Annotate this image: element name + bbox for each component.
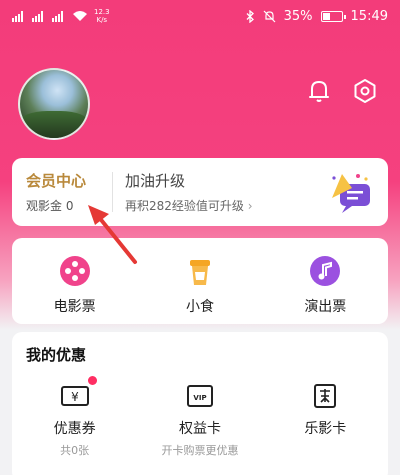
member-center-title: 会员中心 [26, 172, 87, 190]
notification-dot [88, 376, 97, 385]
status-bar: 12.3 K/s 35% 15:49 [0, 0, 400, 32]
party-popper-icon [332, 174, 370, 213]
film-reel-icon [59, 256, 90, 286]
offers-title: 我的优惠 [26, 346, 87, 364]
drink-cup-icon [189, 260, 210, 285]
vip-card-icon: VIP [186, 385, 213, 407]
chevron-right-icon: › [247, 199, 253, 213]
battery-icon [320, 10, 346, 22]
offer-sub: 共0张 [60, 444, 90, 457]
clock: 15:49 [350, 8, 388, 24]
net-speed-unit: K/s [96, 16, 108, 24]
signal-icon [12, 11, 23, 22]
bluetooth-icon [246, 9, 254, 23]
service-movie-ticket[interactable]: 电影票 [12, 238, 137, 324]
avatar[interactable] [18, 68, 90, 140]
svg-text:¥: ¥ [71, 390, 79, 404]
svg-text:VIP: VIP [193, 394, 206, 402]
offer-sub: 开卡购票更优惠 [161, 444, 239, 457]
film-card-icon [314, 384, 337, 408]
offer-label: 优惠券 [53, 421, 96, 437]
coupon-icon: ¥ [60, 386, 89, 406]
services-panel: 电影票 小食 演出票 [12, 238, 388, 324]
net-speed-value: 12.3 [94, 8, 110, 16]
offers-panel: 我的优惠 ¥ 优惠券 共0张 VIP 权益卡 开卡购票更优惠 乐影卡 [12, 332, 388, 475]
signal-icon-2 [32, 11, 43, 22]
offers-row: ¥ 优惠券 共0张 VIP 权益卡 开卡购票更优惠 乐影卡 [12, 376, 388, 458]
offer-label: 乐影卡 [304, 421, 347, 437]
service-show-ticket[interactable]: 演出票 [263, 238, 388, 324]
member-coins: 观影金 0 [26, 199, 74, 213]
service-label: 电影票 [53, 299, 96, 315]
mute-bell-icon [263, 10, 276, 22]
battery-percent: 35% [283, 8, 313, 24]
music-note-icon [310, 256, 341, 286]
offer-coupon[interactable]: ¥ 优惠券 共0张 [12, 376, 137, 458]
service-label: 小食 [185, 299, 214, 315]
upgrade-desc-text: 再积282经验值可升级 [125, 199, 244, 213]
offer-label: 权益卡 [178, 421, 221, 437]
member-card: 会员中心 观影金 0 加油升级 再积282经验值可升级 › [12, 158, 388, 226]
gear-icon[interactable] [352, 78, 378, 104]
service-label: 演出票 [304, 299, 347, 315]
offer-film-card[interactable]: 乐影卡 [263, 382, 388, 458]
battery-fill [322, 12, 330, 20]
member-center-entry[interactable]: 会员中心 观影金 0 [12, 170, 112, 214]
signal-icon-3 [52, 11, 63, 22]
offer-vip-card[interactable]: VIP 权益卡 开卡购票更优惠 [137, 382, 262, 458]
wifi-icon [73, 11, 87, 21]
bell-icon[interactable] [306, 78, 332, 104]
net-speed: 12.3 K/s [94, 8, 110, 24]
service-snacks[interactable]: 小食 [137, 238, 262, 324]
